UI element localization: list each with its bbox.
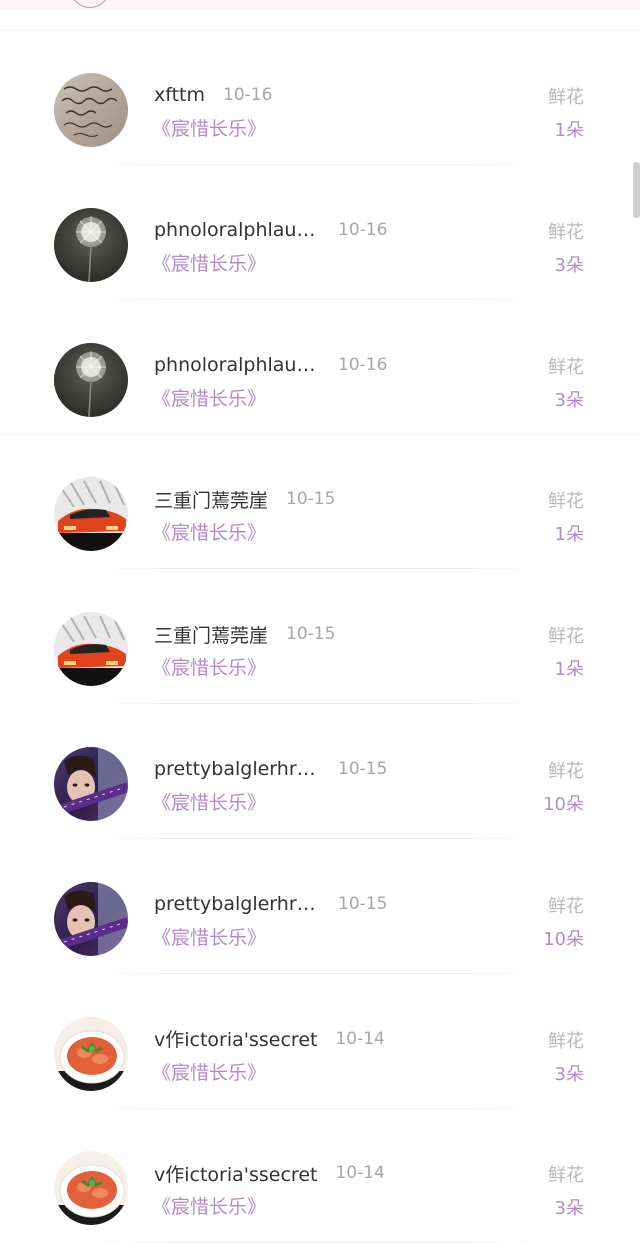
gift-type-label: 鲜花 xyxy=(548,626,584,648)
gift-record-row[interactable]: prettybalglerhrin... 10-15 《宸惜长乐》 鲜花 10朵 xyxy=(0,704,640,839)
user-name[interactable]: v作ictoria'ssecret xyxy=(154,1025,317,1052)
gift-date: 10-15 xyxy=(338,893,388,914)
gift-date: 10-15 xyxy=(286,624,336,645)
gift-record-row[interactable]: prettybalglerhrin... 10-15 《宸惜长乐》 鲜花 10朵 xyxy=(0,839,640,974)
book-title-link[interactable]: 《宸惜长乐》 xyxy=(152,923,266,950)
name-line: 三重门蔫莞崖 10-15 xyxy=(154,485,335,513)
gift-count: 1朵 xyxy=(554,120,584,141)
gift-record-row[interactable]: 三重门蔫莞崖 10-15 《宸惜长乐》 鲜花 1朵 xyxy=(0,434,640,570)
book-title-link[interactable]: 《宸惜长乐》 xyxy=(152,653,266,680)
name-line: prettybalglerhrin... 10-15 xyxy=(154,755,387,783)
book-title-link[interactable]: 《宸惜长乐》 xyxy=(152,1192,266,1219)
gift-count: 10朵 xyxy=(543,928,584,950)
book-title-link[interactable]: 《宸惜长乐》 xyxy=(152,114,266,141)
name-line: v作ictoria'ssecret 10-14 xyxy=(154,1025,385,1053)
name-line: phnoloralphlaurnen 10-16 xyxy=(154,216,387,244)
gift-type-label: 鲜花 xyxy=(548,356,584,378)
red-car-avatar[interactable] xyxy=(54,477,128,552)
book-title-link[interactable]: 《宸惜长乐》 xyxy=(152,788,266,815)
user-name[interactable]: v作ictoria'ssecret xyxy=(154,1160,317,1187)
portrait-avatar[interactable] xyxy=(54,746,128,821)
handwriting-avatar[interactable] xyxy=(54,73,128,147)
food-plate-avatar[interactable] xyxy=(54,1016,128,1091)
gift-count: 3朵 xyxy=(554,1198,584,1220)
gift-type-label: 鲜花 xyxy=(548,1030,584,1052)
book-title-link[interactable]: 《宸惜长乐》 xyxy=(152,249,266,276)
gift-count: 1朵 xyxy=(554,659,584,681)
user-name[interactable]: 三重门蔫莞崖 xyxy=(154,486,268,513)
gift-type-label: 鲜花 xyxy=(548,1165,584,1187)
gift-type-label: 鲜花 xyxy=(548,491,584,513)
gift-date: 10-15 xyxy=(286,489,336,510)
gift-type-label: 鲜花 xyxy=(548,760,584,782)
user-name[interactable]: phnoloralphlaurnen xyxy=(154,354,320,376)
gift-count: 3朵 xyxy=(554,389,584,411)
gift-type-label: 鲜花 xyxy=(548,895,584,917)
user-name[interactable]: 三重门蔫莞崖 xyxy=(154,621,268,648)
previous-avatar-edge xyxy=(70,0,110,10)
gift-count: 1朵 xyxy=(554,524,584,546)
gift-date: 10-14 xyxy=(335,1163,385,1184)
gift-date: 10-16 xyxy=(338,219,388,240)
gift-date: 10-16 xyxy=(338,354,388,375)
gift-record-row[interactable]: phnoloralphlaurnen 10-16 《宸惜长乐》 鲜花 3朵 xyxy=(0,300,640,435)
book-title-link[interactable]: 《宸惜长乐》 xyxy=(152,384,266,411)
user-name[interactable]: prettybalglerhrin... xyxy=(154,893,320,915)
user-name[interactable]: prettybalglerhrin... xyxy=(154,758,320,780)
gift-record-row[interactable]: xfttm 10-16 《宸惜长乐》 鲜花 1朵 xyxy=(0,30,640,165)
name-line: 三重门蔫莞崖 10-15 xyxy=(154,620,335,648)
gift-date: 10-15 xyxy=(338,758,388,779)
book-title-link[interactable]: 《宸惜长乐》 xyxy=(152,518,266,545)
gift-record-list: xfttm 10-16 《宸惜长乐》 鲜花 1朵 phnoloralphlaur… xyxy=(0,30,640,1243)
gift-record-row[interactable]: 三重门蔫莞崖 10-15 《宸惜长乐》 鲜花 1朵 xyxy=(0,569,640,705)
gift-record-row[interactable]: v作ictoria'ssecret 10-14 《宸惜长乐》 鲜花 3朵 xyxy=(0,1108,640,1243)
gift-count: 3朵 xyxy=(554,254,584,276)
food-plate-avatar[interactable] xyxy=(54,1151,128,1226)
gift-type-label: 鲜花 xyxy=(548,87,584,108)
gift-count: 10朵 xyxy=(543,793,584,815)
dandelion-avatar[interactable] xyxy=(54,342,128,417)
gift-count: 3朵 xyxy=(554,1063,584,1085)
name-line: xfttm 10-16 xyxy=(154,81,272,109)
gift-record-row[interactable]: phnoloralphlaurnen 10-16 《宸惜长乐》 鲜花 3朵 xyxy=(0,165,640,300)
book-title-link[interactable]: 《宸惜长乐》 xyxy=(152,1058,266,1085)
dandelion-avatar[interactable] xyxy=(54,207,128,282)
user-name[interactable]: phnoloralphlaurnen xyxy=(154,219,320,241)
portrait-avatar[interactable] xyxy=(54,881,128,956)
name-line: phnoloralphlaurnen 10-16 xyxy=(154,351,387,379)
name-line: v作ictoria'ssecret 10-14 xyxy=(154,1159,385,1187)
scrollbar[interactable] xyxy=(633,162,640,218)
name-line: prettybalglerhrin... 10-15 xyxy=(154,890,387,918)
gift-date: 10-16 xyxy=(223,85,273,105)
gift-type-label: 鲜花 xyxy=(548,221,584,243)
user-name[interactable]: xfttm xyxy=(154,84,205,106)
gift-record-row[interactable]: v作ictoria'ssecret 10-14 《宸惜长乐》 鲜花 3朵 xyxy=(0,974,640,1109)
red-car-avatar[interactable] xyxy=(54,612,128,687)
gift-date: 10-14 xyxy=(335,1028,385,1049)
